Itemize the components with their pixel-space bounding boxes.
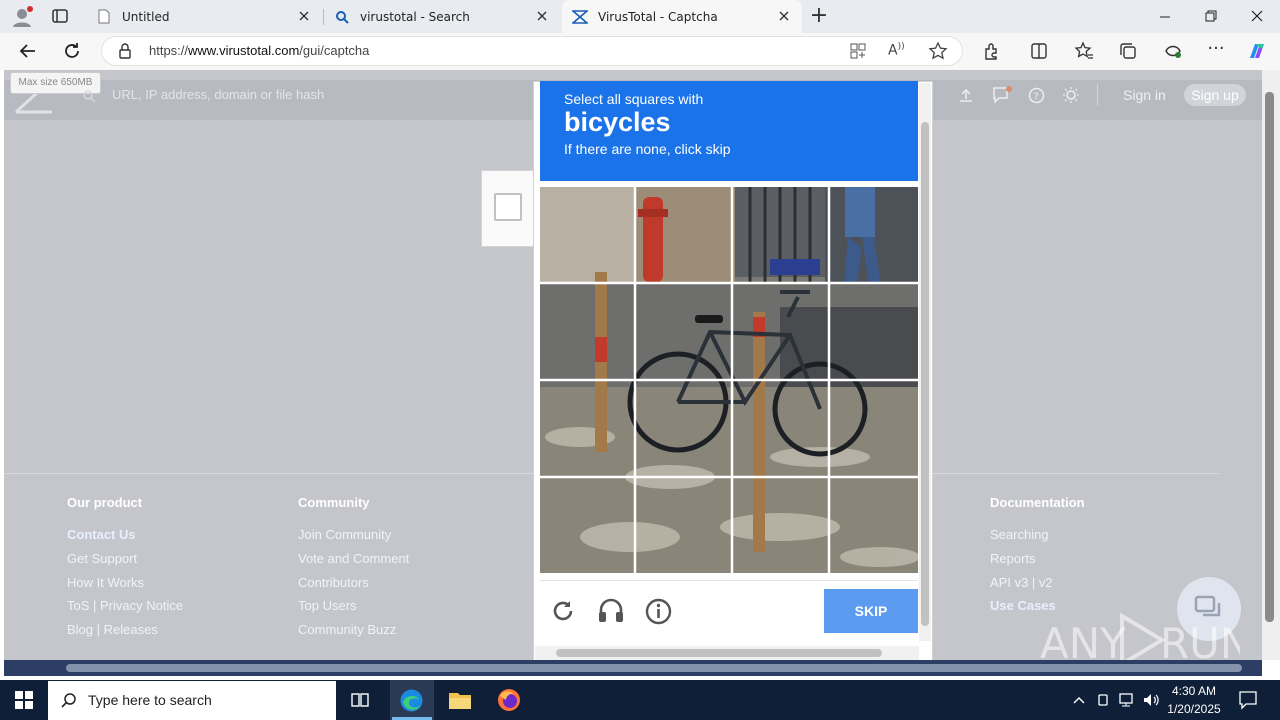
notification-icon[interactable] bbox=[1238, 690, 1258, 710]
bicycle-scene bbox=[540, 187, 918, 573]
theme-icon[interactable] bbox=[1062, 86, 1080, 104]
upload-icon[interactable] bbox=[958, 87, 974, 103]
footer-link-contact-us[interactable]: Contact Us bbox=[67, 527, 136, 542]
tab-title: VirusTotal - Captcha bbox=[598, 9, 718, 24]
tab-title: Untitled bbox=[122, 9, 170, 24]
url-text: https://www.virustotal.com/gui/captcha bbox=[149, 43, 370, 58]
virustotal-icon bbox=[572, 9, 588, 25]
search-icon bbox=[61, 692, 77, 708]
sign-up-button[interactable]: Sign up bbox=[1184, 84, 1246, 106]
footer-link-blog-releases[interactable]: Blog | Releases bbox=[67, 622, 158, 637]
footer-link-community-buzz[interactable]: Community Buzz bbox=[298, 622, 396, 637]
back-icon[interactable] bbox=[18, 41, 38, 61]
lock-icon[interactable] bbox=[118, 43, 132, 59]
footer-link-searching[interactable]: Searching bbox=[990, 527, 1049, 542]
refresh-icon[interactable] bbox=[62, 41, 82, 61]
search-icon bbox=[82, 89, 96, 103]
tab-actions-icon[interactable] bbox=[51, 7, 69, 25]
tab-title: virustotal - Search bbox=[360, 9, 470, 24]
read-aloud-icon[interactable]: A)) bbox=[888, 42, 908, 60]
captcha-vscroll-thumb[interactable] bbox=[921, 122, 929, 626]
footer-heading-documentation: Documentation bbox=[990, 495, 1085, 510]
task-view-icon[interactable] bbox=[350, 690, 370, 710]
help-icon[interactable]: ? bbox=[1028, 87, 1045, 104]
footer-link-reports[interactable]: Reports bbox=[990, 551, 1036, 566]
footer-link-get-support[interactable]: Get Support bbox=[67, 551, 137, 566]
captcha-image-grid bbox=[540, 187, 918, 573]
tray-device-icon[interactable] bbox=[1096, 692, 1110, 708]
captcha-checkbox[interactable] bbox=[494, 193, 522, 221]
footer-link-tos-privacy[interactable]: ToS | Privacy Notice bbox=[67, 598, 183, 613]
captcha-prompt: Select all squares with bicycles If ther… bbox=[540, 81, 918, 181]
clock-date[interactable]: 1/20/2025 bbox=[1164, 702, 1224, 716]
sign-in-link[interactable]: Sign in bbox=[1123, 87, 1166, 103]
app-available-icon[interactable] bbox=[849, 42, 867, 60]
close-tab-icon[interactable] bbox=[534, 8, 550, 24]
more-options-icon[interactable]: ··· bbox=[1206, 40, 1226, 61]
tab-virustotal-captcha[interactable]: VirusTotal - Captcha bbox=[562, 0, 802, 33]
browser-essentials-icon[interactable] bbox=[1163, 41, 1183, 61]
footer-heading-community: Community bbox=[298, 495, 370, 510]
split-screen-icon[interactable] bbox=[1030, 42, 1048, 60]
restore-icon[interactable] bbox=[1204, 9, 1218, 23]
footer-heading-product: Our product bbox=[67, 495, 143, 510]
footer-link-vote-comment[interactable]: Vote and Comment bbox=[298, 551, 409, 566]
footer-link-api[interactable]: API v3 | v2 bbox=[990, 575, 1053, 590]
clock-time[interactable]: 4:30 AM bbox=[1164, 684, 1224, 698]
profile-icon[interactable] bbox=[10, 5, 34, 29]
tab-untitled[interactable]: Untitled bbox=[86, 0, 322, 33]
page-hscroll-thumb[interactable] bbox=[66, 664, 1242, 672]
edge-icon[interactable] bbox=[399, 688, 424, 713]
favorite-star-icon[interactable] bbox=[928, 41, 948, 61]
captcha-hint: If there are none, click skip bbox=[564, 141, 731, 157]
extensions-icon[interactable] bbox=[982, 41, 1002, 61]
skip-button[interactable]: SKIP bbox=[824, 589, 918, 633]
windows-start-icon[interactable] bbox=[15, 691, 33, 709]
minimize-icon[interactable] bbox=[1158, 10, 1172, 24]
chat-icon[interactable] bbox=[992, 86, 1012, 104]
reload-challenge-icon[interactable] bbox=[550, 598, 576, 624]
new-tab-button[interactable]: + bbox=[808, 2, 830, 30]
captcha-hscroll-thumb[interactable] bbox=[556, 649, 882, 657]
vt-search-input[interactable]: URL, IP address, domain or file hash bbox=[112, 87, 324, 102]
close-tab-icon[interactable] bbox=[296, 8, 312, 24]
svg-text:?: ? bbox=[1034, 92, 1039, 103]
watermark: ANY RUN bbox=[1040, 608, 1240, 668]
copilot-icon[interactable] bbox=[1246, 40, 1268, 62]
footer-link-join-community[interactable]: Join Community bbox=[298, 527, 391, 542]
footer-link-contributors[interactable]: Contributors bbox=[298, 575, 369, 590]
search-icon bbox=[334, 9, 350, 25]
footer-link-top-users[interactable]: Top Users bbox=[298, 598, 357, 613]
network-icon[interactable] bbox=[1118, 692, 1136, 708]
info-icon[interactable] bbox=[645, 598, 672, 625]
volume-icon[interactable] bbox=[1142, 691, 1160, 709]
tab-virustotal-search[interactable]: virustotal - Search bbox=[324, 0, 560, 33]
favorites-icon[interactable] bbox=[1074, 41, 1094, 61]
footer-link-how-it-works[interactable]: How It Works bbox=[67, 575, 144, 590]
captcha-instruction: Select all squares with bbox=[564, 91, 704, 107]
close-tab-icon[interactable] bbox=[776, 8, 792, 24]
page-icon bbox=[96, 9, 112, 25]
firefox-icon[interactable] bbox=[497, 688, 521, 712]
close-window-icon[interactable] bbox=[1250, 9, 1264, 23]
captcha-target: bicycles bbox=[564, 107, 671, 137]
page-vscroll-thumb[interactable] bbox=[1265, 92, 1274, 622]
tray-chevron-icon[interactable] bbox=[1072, 693, 1086, 707]
collections-icon[interactable] bbox=[1119, 42, 1137, 60]
audio-challenge-icon[interactable] bbox=[597, 598, 625, 624]
taskbar-search-placeholder: Type here to search bbox=[88, 692, 212, 708]
header-divider bbox=[1097, 84, 1098, 106]
file-explorer-icon[interactable] bbox=[448, 689, 472, 711]
